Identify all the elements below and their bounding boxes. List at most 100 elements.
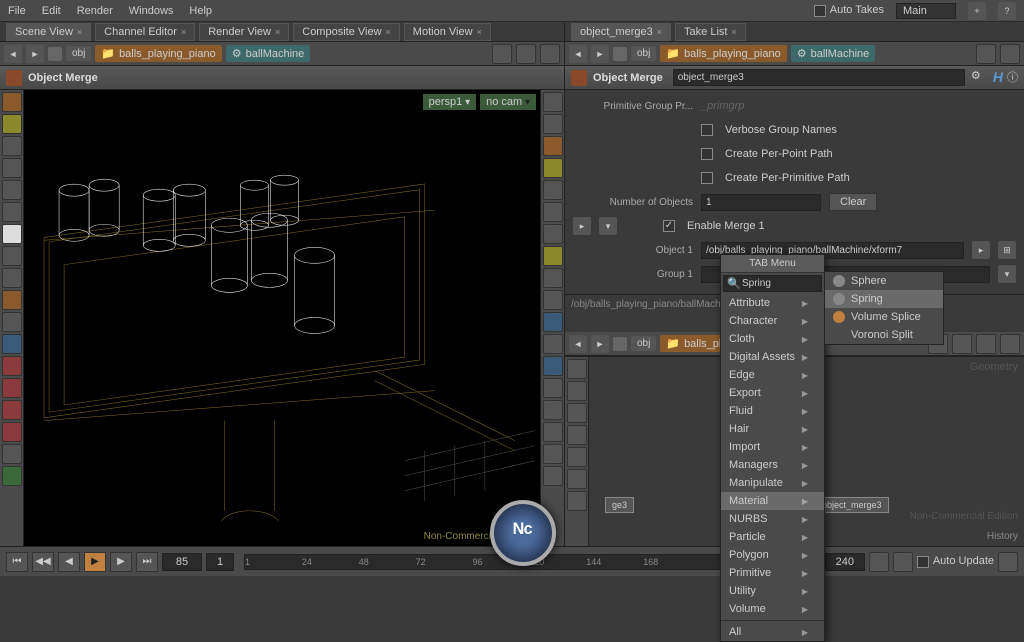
auto-update-toggle[interactable]: Auto Update xyxy=(917,555,994,567)
display-tool[interactable] xyxy=(543,378,563,398)
pane-tool-icon[interactable] xyxy=(1000,44,1020,64)
display-tool[interactable] xyxy=(543,180,563,200)
tab-object-merge3[interactable]: object_merge3× xyxy=(571,23,671,41)
network-tool-icon[interactable] xyxy=(976,334,996,354)
display-tool[interactable] xyxy=(543,444,563,464)
display-tool[interactable] xyxy=(543,92,563,112)
op-chooser-icon[interactable]: ⊞ xyxy=(998,241,1016,259)
gear-icon[interactable]: ⚙ xyxy=(971,69,989,87)
close-icon[interactable]: × xyxy=(77,27,82,37)
network-tool[interactable] xyxy=(567,381,587,401)
info-icon[interactable]: ⓘ xyxy=(1007,69,1018,87)
display-tool[interactable] xyxy=(543,158,563,178)
menubar-plus-icon[interactable]: + xyxy=(968,2,986,20)
magnet-tool[interactable] xyxy=(2,356,22,376)
path-node[interactable]: ⚙ballMachine xyxy=(226,45,311,62)
display-tool[interactable] xyxy=(543,224,563,244)
viewport-tool-icon[interactable] xyxy=(540,44,560,64)
tab-channel-editor[interactable]: Channel Editor× xyxy=(95,23,195,41)
menu-volume[interactable]: Volume▶ xyxy=(721,600,824,618)
network-tool[interactable] xyxy=(567,425,587,445)
step-back-button[interactable]: ◀ xyxy=(58,552,80,572)
display-tool[interactable] xyxy=(543,246,563,266)
pointer-tool[interactable] xyxy=(2,224,22,244)
menu-edit[interactable]: Edit xyxy=(42,5,61,17)
auto-takes-toggle[interactable]: Auto Takes xyxy=(814,4,884,16)
display-tool[interactable] xyxy=(543,334,563,354)
path-node[interactable]: ⚙ballMachine xyxy=(791,45,876,62)
tool-icon[interactable] xyxy=(2,180,22,200)
display-tool[interactable] xyxy=(543,400,563,420)
prev-frame-button[interactable]: ◀◀ xyxy=(32,552,54,572)
node-name-field[interactable] xyxy=(673,69,965,86)
display-tool[interactable] xyxy=(543,356,563,376)
menu-import[interactable]: Import▶ xyxy=(721,438,824,456)
per-prim-checkbox[interactable] xyxy=(701,172,713,184)
network-tool[interactable] xyxy=(567,359,587,379)
menu-character[interactable]: Character▶ xyxy=(721,312,824,330)
num-objects-field[interactable] xyxy=(701,194,821,211)
path-obj[interactable]: obj xyxy=(631,46,656,61)
menu-edge[interactable]: Edge▶ xyxy=(721,366,824,384)
nav-back-icon[interactable]: ◄ xyxy=(569,335,587,353)
tab-scene-view[interactable]: Scene View× xyxy=(6,23,91,41)
menu-primitive[interactable]: Primitive▶ xyxy=(721,564,824,582)
menu-render[interactable]: Render xyxy=(77,5,113,17)
menu-cloth[interactable]: Cloth▶ xyxy=(721,330,824,348)
tool-icon[interactable] xyxy=(2,158,22,178)
display-tool[interactable] xyxy=(543,422,563,442)
home-icon[interactable] xyxy=(48,47,62,61)
home-icon[interactable] xyxy=(613,47,627,61)
tab-composite-view[interactable]: Composite View× xyxy=(293,23,400,41)
start-frame-field[interactable] xyxy=(206,553,234,571)
menu-attribute[interactable]: Attribute▶ xyxy=(721,294,824,312)
viewport-tool-icon[interactable] xyxy=(516,44,536,64)
home-icon[interactable] xyxy=(613,337,627,351)
magnet-tool[interactable] xyxy=(2,378,22,398)
take-selector[interactable]: Main xyxy=(896,3,956,19)
last-frame-button[interactable]: ⏭ xyxy=(136,552,158,572)
menu-all[interactable]: All▶ xyxy=(721,623,824,641)
close-icon[interactable]: × xyxy=(477,27,482,37)
step-fwd-button[interactable]: ▶ xyxy=(110,552,132,572)
display-tool[interactable] xyxy=(543,202,563,222)
lasso-tool[interactable] xyxy=(2,114,22,134)
path-obj[interactable]: obj xyxy=(631,336,656,351)
close-icon[interactable]: × xyxy=(657,27,662,37)
menu-polygon[interactable]: Polygon▶ xyxy=(721,546,824,564)
menu-file[interactable]: File xyxy=(8,5,26,17)
tool-icon[interactable] xyxy=(2,246,22,266)
timeline-options-icon[interactable] xyxy=(998,552,1018,572)
per-point-checkbox[interactable] xyxy=(701,148,713,160)
node-object-merge3[interactable]: object_merge3 xyxy=(815,497,889,513)
op-chooser-icon[interactable]: ▸ xyxy=(972,241,990,259)
submenu-volume-splice[interactable]: Volume Splice xyxy=(825,308,943,326)
display-tool[interactable] xyxy=(543,114,563,134)
network-tool[interactable] xyxy=(567,469,587,489)
display-tool[interactable] xyxy=(543,466,563,486)
menubar-help-icon[interactable]: ? xyxy=(998,2,1016,20)
menu-fluid[interactable]: Fluid▶ xyxy=(721,402,824,420)
nav-fwd-icon[interactable]: ► xyxy=(591,45,609,63)
tool-icon[interactable] xyxy=(2,202,22,222)
magnet-tool[interactable] xyxy=(2,400,22,420)
play-button[interactable]: ▶ xyxy=(84,552,106,572)
network-tool[interactable] xyxy=(567,403,587,423)
menu-material[interactable]: Material▶ xyxy=(721,492,824,510)
display-tool[interactable] xyxy=(543,290,563,310)
menu-manipulate[interactable]: Manipulate▶ xyxy=(721,474,824,492)
first-frame-button[interactable]: ⏮ xyxy=(6,552,28,572)
tool-icon[interactable] xyxy=(2,312,22,332)
pin-icon[interactable] xyxy=(976,44,996,64)
magnet-tool[interactable] xyxy=(2,422,22,442)
tab-render-view[interactable]: Render View× xyxy=(199,23,289,41)
menu-export[interactable]: Export▶ xyxy=(721,384,824,402)
tab-take-list[interactable]: Take List× xyxy=(675,23,746,41)
menu-digital-assets[interactable]: Digital Assets▶ xyxy=(721,348,824,366)
submenu-voronoi-split[interactable]: Voronoi Split xyxy=(825,326,943,344)
dropdown-icon[interactable]: ▾ xyxy=(998,265,1016,283)
menu-hair[interactable]: Hair▶ xyxy=(721,420,824,438)
menu-windows[interactable]: Windows xyxy=(129,5,174,17)
tab-motion-view[interactable]: Motion View× xyxy=(404,23,491,41)
timeline-key-icon[interactable] xyxy=(893,552,913,572)
